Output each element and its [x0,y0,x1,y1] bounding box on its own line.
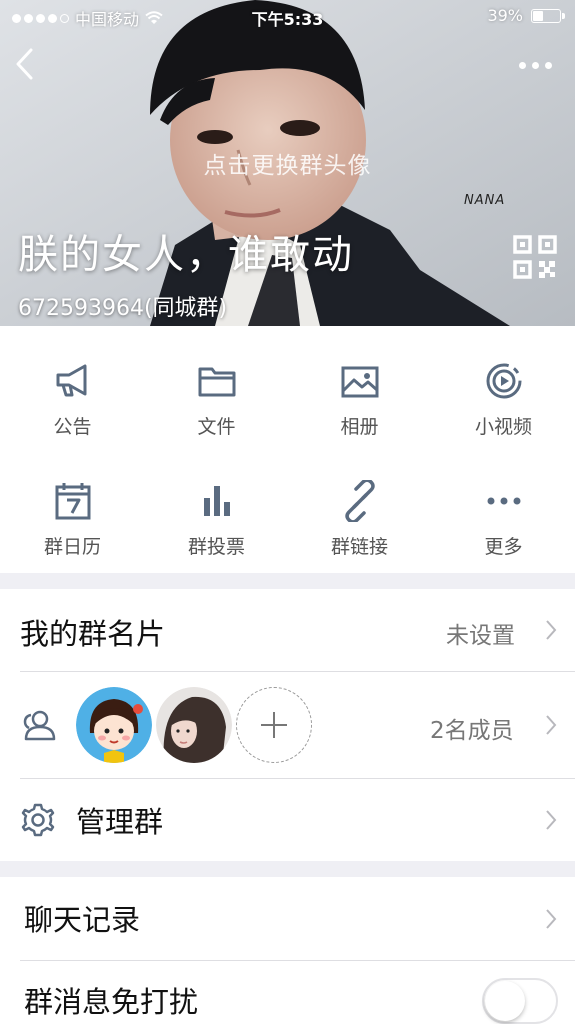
album-label: 相册 [340,416,379,438]
more-functions-button[interactable]: 更多 [432,454,575,564]
do-not-disturb-title: 群消息免打扰 [24,985,199,1019]
files-button[interactable]: 文件 [145,334,288,444]
vote-label: 群投票 [187,536,245,558]
my-group-card-value: 未设置 [446,623,515,649]
announcement-button[interactable]: 公告 [1,334,144,444]
megaphone-icon [56,364,86,397]
back-button[interactable] [10,44,40,84]
more-options-button[interactable] [515,55,555,75]
more-dots-icon [487,497,520,505]
members-row[interactable]: 2名成员 [0,672,575,778]
battery-icon [531,8,565,23]
folder-icon [198,367,235,397]
calendar-icon [55,483,90,520]
bar-chart-icon [203,486,230,516]
group-id: 672593964(同城群) [18,296,228,321]
member-avatar[interactable] [76,687,152,763]
manage-group-row[interactable]: 管理群 [0,779,575,861]
short-video-label: 小视频 [474,416,532,438]
photo-album-icon [341,366,378,398]
vote-button[interactable]: 群投票 [145,454,288,564]
status-bar: 中国移动 下午5:33 39% [0,0,575,34]
battery-percent: 39% [487,6,523,25]
section-separator [0,861,575,877]
gear-icon [21,803,55,837]
chat-history-row[interactable]: 聊天记录 [0,877,575,960]
plus-icon [261,712,287,738]
group-header[interactable]: 中国移动 下午5:33 39% 点击更换群头像 NANA 朕的女人，谁敢动 67… [0,0,575,326]
do-not-disturb-row: 群消息免打扰 [0,961,575,1024]
calendar-button[interactable]: 群日历 [1,454,144,564]
announcement-label: 公告 [53,416,92,438]
more-functions-label: 更多 [484,536,523,558]
files-label: 文件 [197,416,236,438]
short-video-button[interactable]: 小视频 [432,334,575,444]
chevron-right-icon [546,715,557,735]
members-icon [23,710,56,741]
group-name: 朕的女人，谁敢动 [18,232,354,278]
qr-code-icon[interactable] [512,234,558,280]
group-settings-section: 我的群名片 未设置 2名成员 管理群 [0,589,575,861]
change-avatar-hint[interactable]: 点击更换群头像 [0,146,575,180]
add-member-button[interactable] [236,687,312,763]
manage-group-title: 管理群 [76,805,164,839]
image-watermark: NANA [464,193,506,208]
chat-settings-section: 聊天记录 群消息免打扰 [0,877,575,1024]
do-not-disturb-toggle[interactable] [482,978,558,1024]
my-group-card-title: 我的群名片 [20,617,166,651]
calendar-label: 群日历 [43,536,101,558]
group-functions-grid: 公告 文件 相册 小视频 群日历 群投票 群链接 更多 [0,326,575,573]
my-group-card-row[interactable]: 我的群名片 未设置 [0,589,575,671]
member-avatar[interactable] [156,687,232,763]
chat-history-title: 聊天记录 [24,903,141,937]
section-separator [0,573,575,589]
chevron-right-icon [546,620,557,640]
chevron-right-icon [546,909,557,929]
video-play-icon [486,363,521,399]
chevron-right-icon [546,810,557,830]
group-link-button[interactable]: 群链接 [288,454,431,564]
album-button[interactable]: 相册 [288,334,431,444]
group-link-label: 群链接 [330,536,388,558]
member-count: 2名成员 [430,718,514,744]
link-icon [344,480,375,522]
